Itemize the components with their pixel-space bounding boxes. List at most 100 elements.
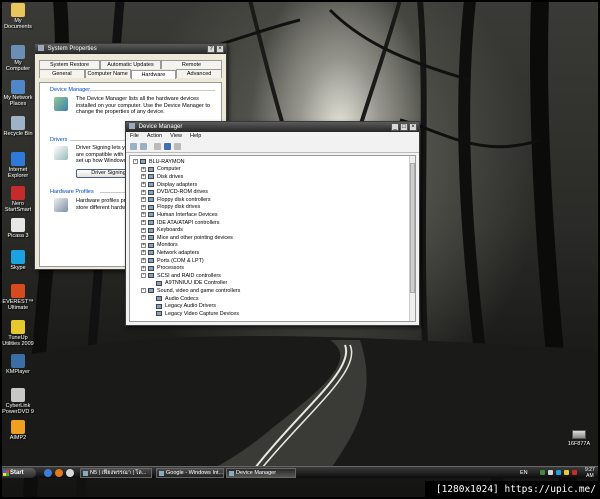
drive-shortcut[interactable]: 16F877A (562, 430, 596, 447)
desktop-icon-label: AIMP2 (9, 435, 27, 441)
tab-automatic-updates[interactable]: Automatic Updates (100, 60, 161, 69)
desktop-icon[interactable]: CyberLink PowerDVD 9 (2, 388, 34, 415)
back-icon[interactable] (130, 143, 137, 150)
taskbar-window-button[interactable]: Google - Windows Int... (156, 468, 224, 478)
tree-item[interactable]: + Keyboards (141, 226, 183, 234)
show-hide-tree-icon[interactable] (154, 143, 161, 150)
tree-item[interactable]: A9TNNIUU IDE Controller (149, 280, 227, 288)
tree-item[interactable]: + Mice and other pointing devices (141, 234, 233, 242)
expand-icon[interactable]: + (141, 250, 146, 256)
close-button[interactable]: × (409, 123, 417, 131)
tree-item[interactable]: + DVD/CD-ROM drives (141, 188, 208, 196)
expand-icon[interactable]: + (141, 174, 146, 180)
desktop-icon[interactable]: KMPlayer (2, 354, 34, 375)
menu-view[interactable]: View (170, 132, 182, 141)
tree-item[interactable]: + Network adapters (141, 249, 199, 257)
tray-tuneup-icon[interactable] (564, 470, 569, 475)
tree-item[interactable]: Legacy Video Capture Devices (149, 310, 239, 318)
tray-network-icon[interactable] (540, 470, 545, 475)
expand-icon[interactable]: + (141, 204, 146, 210)
app-icon (159, 471, 164, 476)
desktop-icon-label: TuneUp Utilities 2009 (2, 335, 34, 347)
desktop-icon[interactable]: My Network Places (2, 80, 34, 107)
expand-icon[interactable]: + (141, 166, 146, 172)
taskbar-window-button[interactable]: N5 | เฟียงพรรณา | โล... (80, 468, 152, 478)
tree-item[interactable]: + Floppy disk controllers (141, 196, 211, 204)
expand-icon[interactable]: + (141, 197, 146, 203)
collapse-icon[interactable]: - (141, 288, 146, 294)
expand-icon[interactable]: + (141, 242, 146, 248)
window-title: System Properties (47, 46, 97, 52)
vertical-scrollbar[interactable] (409, 156, 415, 321)
help-icon[interactable] (164, 143, 171, 150)
expand-icon[interactable]: + (141, 227, 146, 233)
forward-icon[interactable] (140, 143, 147, 150)
tab-general[interactable]: General (39, 69, 85, 78)
desktop-icon[interactable]: My Documents (2, 3, 34, 30)
tree-item[interactable]: Legacy Audio Drivers (149, 302, 216, 310)
tab-computer-name[interactable]: Computer Name (84, 69, 131, 78)
expand-icon[interactable]: + (141, 220, 146, 226)
quick-launch-icon[interactable] (66, 469, 74, 477)
tree-item[interactable]: + IDE ATA/ATAPI controllers (141, 219, 220, 227)
device-category-icon (148, 273, 154, 279)
expand-icon[interactable]: + (141, 258, 146, 264)
collapse-icon[interactable]: - (141, 273, 146, 279)
help-button[interactable]: ? (207, 45, 215, 53)
tree-item[interactable]: Audio Codecs (149, 295, 199, 303)
tree-item[interactable]: + Processors (141, 264, 184, 272)
menu-action[interactable]: Action (147, 132, 162, 141)
desktop-icon[interactable]: Picasa 3 (2, 218, 34, 239)
desktop-icon[interactable]: EVEREST™ Ultimate (2, 284, 34, 311)
desktop-icon[interactable]: Nero StartSmart (2, 186, 34, 213)
desktop-shortcut-icon (11, 354, 25, 368)
minimize-button[interactable]: _ (391, 123, 399, 131)
tree-item[interactable]: + Computer (141, 166, 181, 174)
tree-item[interactable]: - SCSI and RAID controllers (141, 272, 221, 280)
close-button[interactable]: × (216, 45, 224, 53)
desktop-icon[interactable]: AIMP2 (2, 420, 34, 441)
menu-file[interactable]: File (130, 132, 139, 141)
tree-item[interactable]: + Human Interface Devices (141, 211, 218, 219)
properties-icon[interactable] (174, 143, 181, 150)
system-properties-titlebar[interactable]: System Properties ? × (35, 44, 226, 54)
tab-remote[interactable]: Remote (161, 60, 222, 69)
clock[interactable]: 9:27 AM (585, 467, 595, 479)
desktop-icon[interactable]: Recycle Bin (2, 116, 34, 137)
tree-item[interactable]: + Ports (COM & LPT) (141, 257, 204, 265)
computer-icon (38, 45, 44, 52)
maximize-button[interactable]: □ (400, 123, 408, 131)
tray-volume-icon[interactable] (548, 470, 553, 475)
expand-icon[interactable]: + (141, 265, 146, 271)
quick-launch-ie-icon[interactable] (44, 469, 52, 477)
desktop-icon[interactable]: TuneUp Utilities 2009 (2, 320, 34, 347)
tree-item[interactable]: + Floppy disk drives (141, 204, 200, 212)
tab-system-restore[interactable]: System Restore (39, 60, 100, 69)
start-button[interactable]: Start (2, 468, 36, 478)
language-indicator[interactable]: EN (520, 470, 528, 476)
clock-period: AM (586, 473, 594, 479)
tree-item[interactable]: - Sound, video and game controllers (141, 287, 240, 295)
desktop-icon[interactable]: Skype (2, 250, 34, 271)
expand-icon[interactable]: + (141, 182, 146, 188)
collapse-icon[interactable]: - (133, 159, 138, 165)
tree-item[interactable]: + Disk drives (141, 173, 183, 181)
menu-help[interactable]: Help (190, 132, 201, 141)
device-manager-titlebar[interactable]: Device Manager _ □ × (126, 122, 419, 132)
expand-icon[interactable]: + (141, 189, 146, 195)
tab-advanced[interactable]: Advanced (176, 69, 222, 78)
expand-icon[interactable]: + (141, 212, 146, 218)
tray-security-icon[interactable] (572, 470, 577, 475)
tray-skype-icon[interactable] (556, 470, 561, 475)
tree-item[interactable]: + Monitors (141, 242, 178, 250)
tree-item[interactable]: + Display adapters (141, 181, 197, 189)
taskbar-window-button[interactable]: Device Manager (226, 468, 296, 478)
scrollbar-thumb[interactable] (410, 163, 415, 293)
tree-root[interactable]: - BLU-RAYMON (133, 158, 185, 166)
device-category-icon (148, 250, 154, 256)
expand-icon[interactable]: + (141, 235, 146, 241)
desktop-icon[interactable]: My Computer (2, 45, 34, 72)
tab-hardware[interactable]: Hardware (130, 70, 177, 79)
quick-launch-firefox-icon[interactable] (55, 469, 63, 477)
desktop-icon[interactable]: Internet Explorer (2, 152, 34, 179)
